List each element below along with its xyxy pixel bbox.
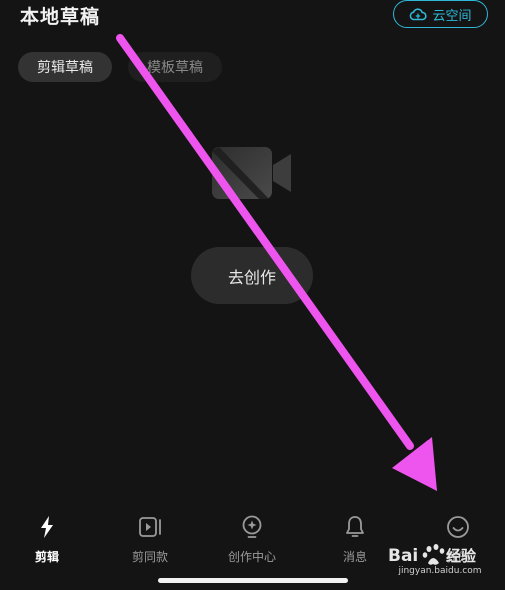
watermark-url: jingyan.baidu.com	[398, 566, 482, 576]
video-camera-icon	[212, 147, 291, 199]
create-button-label: 去创作	[227, 267, 276, 287]
cloud-space-label: 云空间	[432, 8, 472, 24]
nav-edit-label: 剪辑	[34, 550, 59, 564]
tab-edit-drafts[interactable]: 剪辑草稿	[18, 52, 112, 82]
play-template-icon	[139, 517, 161, 537]
create-button[interactable]: 去创作	[191, 247, 313, 304]
svg-text:经验: 经验	[446, 547, 477, 565]
smile-icon	[447, 516, 469, 538]
cloud-icon	[410, 8, 428, 21]
nav-template[interactable]: 剪同款	[110, 514, 190, 565]
cloud-space-button[interactable]: 云空间	[393, 0, 488, 28]
tab-template-drafts[interactable]: 模板草稿	[128, 52, 222, 82]
page-title: 本地草稿	[20, 6, 101, 28]
home-indicator	[158, 578, 348, 583]
nav-messages-label: 消息	[342, 550, 367, 564]
svg-text:Bai: Bai	[388, 546, 418, 566]
nav-edit[interactable]: 剪辑	[7, 514, 87, 565]
baidu-jingyan-watermark: Bai 经验	[388, 544, 477, 566]
tab-template-drafts-label: 模板草稿	[147, 60, 203, 76]
bell-icon	[346, 516, 364, 537]
bulb-icon	[242, 515, 262, 538]
nav-creator-center[interactable]: 创作中心	[212, 514, 292, 565]
nav-creator-center-label: 创作中心	[227, 550, 276, 564]
lightning-icon	[41, 516, 53, 538]
tab-edit-drafts-label: 剪辑草稿	[37, 60, 93, 76]
nav-messages[interactable]: 消息	[315, 514, 395, 565]
nav-template-label: 剪同款	[131, 550, 168, 564]
